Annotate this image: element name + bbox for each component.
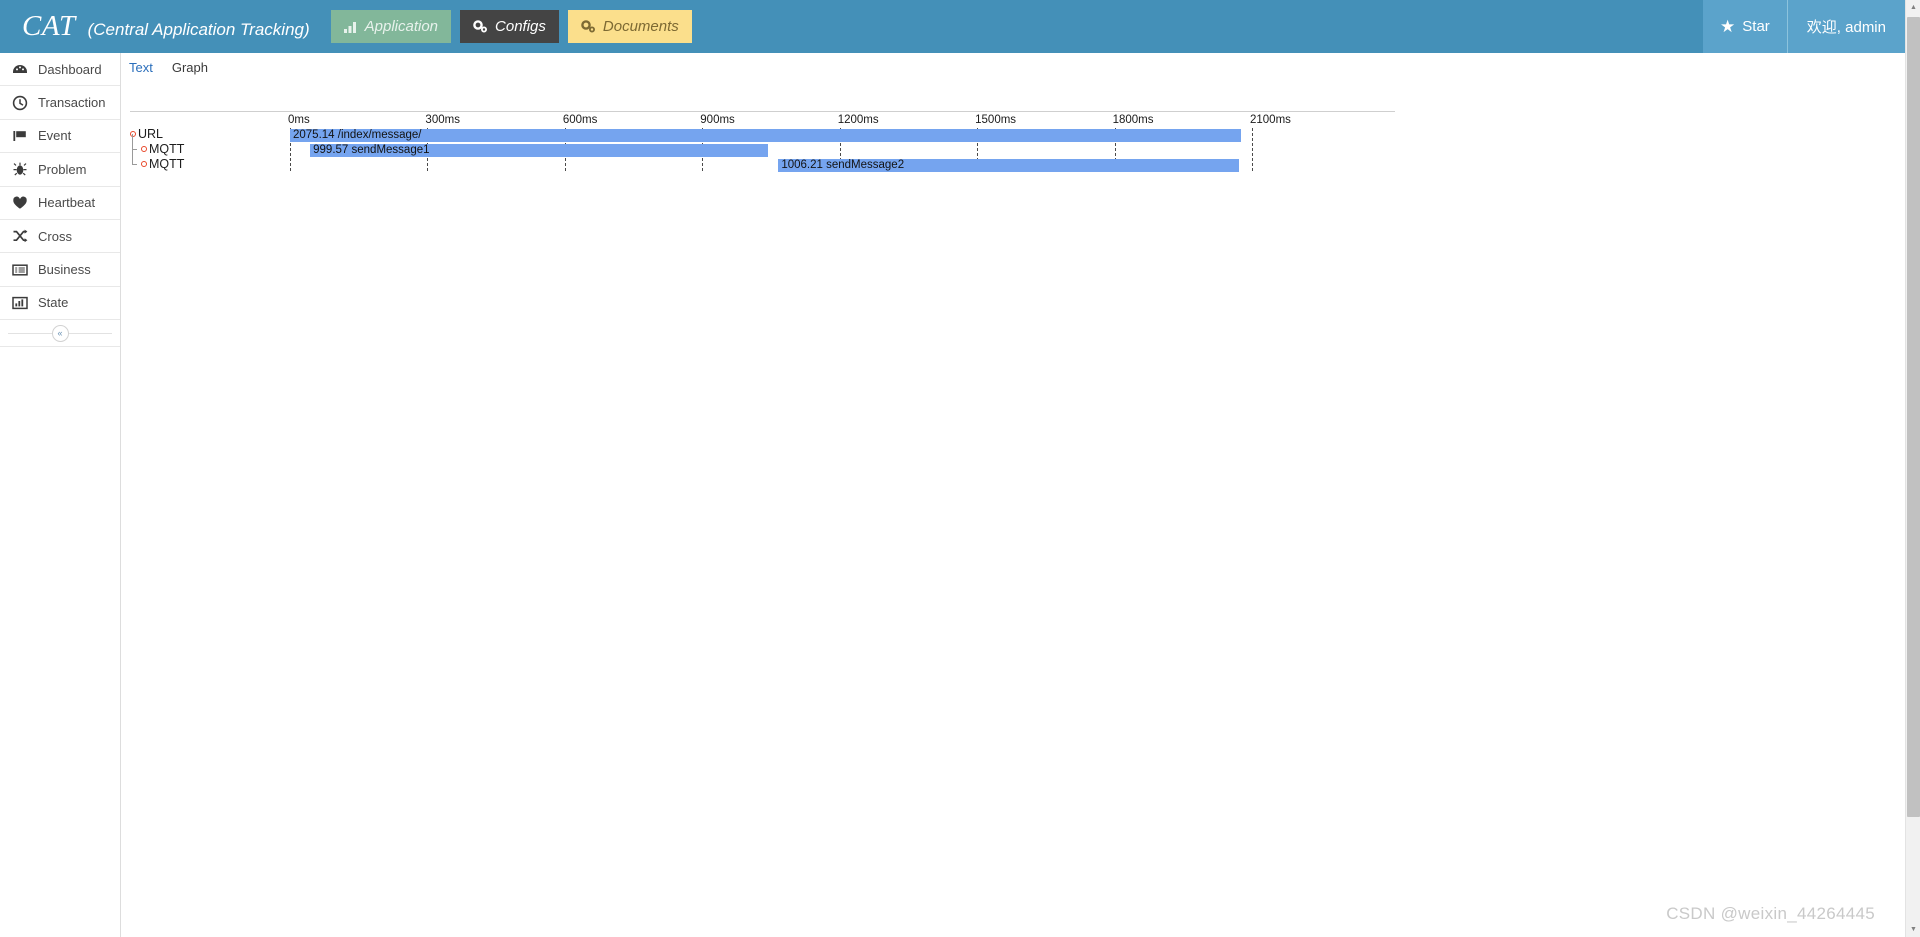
- sidebar-item-dashboard[interactable]: Dashboard: [0, 53, 120, 87]
- bug-icon: [11, 161, 28, 178]
- nav-documents-label: Documents: [602, 18, 679, 35]
- nav-configs-label: Configs: [495, 18, 546, 35]
- shuffle-icon: [11, 228, 28, 245]
- trace-row-type: URL: [138, 127, 164, 141]
- axis-tick-label: 0ms: [288, 114, 310, 126]
- user-greeting-label: 欢迎, admin: [1806, 19, 1886, 36]
- axis-tick-label: 300ms: [425, 114, 460, 126]
- chevron-double-left-icon[interactable]: «: [51, 324, 69, 342]
- watermark: CSDN @weixin_44264445: [1666, 904, 1875, 923]
- sidebar-item-event[interactable]: Event: [0, 120, 120, 154]
- axis-tick-label: 1200ms: [837, 114, 879, 126]
- sidebar-item-label: Event: [38, 128, 72, 144]
- trace-bar[interactable]: 2075.14 /index/message/: [290, 129, 1241, 142]
- trace-bar-label: 1006.21 sendMessage2: [781, 158, 905, 171]
- sidebar-item-heartbeat[interactable]: Heartbeat: [0, 187, 120, 220]
- star-icon: ★: [1720, 16, 1736, 36]
- trace-bar-label: 2075.14 /index/message/: [293, 129, 422, 141]
- bar-chart-icon: [11, 294, 28, 311]
- clock-icon: [11, 94, 28, 111]
- node-dot-icon: [130, 131, 136, 137]
- tree-connector: [132, 148, 137, 150]
- bar-chart-icon: [343, 21, 358, 33]
- dashboard-icon: [11, 61, 28, 78]
- sidebar-item-label: Transaction: [38, 95, 106, 111]
- star-label: Star: [1742, 18, 1770, 35]
- trace-bar-label: 999.57 sendMessage1: [313, 143, 430, 156]
- header-right-group: ★ Star 欢迎, admin: [1703, 0, 1905, 53]
- sidebar-item-label: Heartbeat: [38, 195, 96, 211]
- trace-bar[interactable]: 1006.21 sendMessage2: [778, 158, 1240, 172]
- heart-icon: [11, 194, 28, 211]
- nav-configs-button[interactable]: Configs: [460, 10, 559, 43]
- main-content: Text Graph 0ms 300ms 600ms 900ms 1200ms 1500m…: [121, 53, 1905, 937]
- sidebar-item-transaction[interactable]: Transaction: [0, 86, 120, 120]
- nav-application-button[interactable]: Application: [330, 10, 452, 43]
- axis-tick-label: 1500ms: [975, 114, 1017, 126]
- sidebar-item-label: Cross: [38, 228, 72, 244]
- trace-row-label[interactable]: URL: [130, 127, 163, 141]
- page-scrollbar[interactable]: ▲ ▼: [1905, 0, 1920, 937]
- gears-icon: [581, 20, 596, 33]
- scroll-down-icon[interactable]: ▼: [1906, 922, 1920, 937]
- brand-subtitle: (Central Application Tracking): [87, 20, 310, 39]
- gears-icon: [473, 20, 488, 33]
- sidebar-item-problem[interactable]: Problem: [0, 153, 120, 187]
- axis-tick-label: 1800ms: [1112, 114, 1154, 126]
- node-dot-icon: [141, 145, 147, 152]
- sidebar-item-label: Dashboard: [38, 61, 102, 77]
- node-dot-icon: [141, 160, 147, 167]
- nav-documents-button[interactable]: Documents: [567, 10, 692, 43]
- flag-icon: [11, 127, 28, 144]
- sidebar-item-cross[interactable]: Cross: [0, 220, 120, 254]
- star-button[interactable]: ★ Star: [1703, 0, 1787, 53]
- axis-tick-label: 600ms: [562, 114, 598, 126]
- brand: CAT (Central Application Tracking): [22, 10, 310, 43]
- sidebar-item-business[interactable]: Business: [0, 253, 120, 287]
- nav-application-label: Application: [364, 18, 439, 35]
- scroll-up-icon[interactable]: ▲: [1906, 0, 1920, 15]
- list-icon: [11, 261, 28, 278]
- trace-row-label[interactable]: MQTT: [130, 157, 184, 171]
- gridline: [1252, 128, 1253, 171]
- view-tabs: Text Graph: [121, 53, 1905, 81]
- axis-tick-label: 900ms: [700, 114, 735, 126]
- tab-text[interactable]: Text: [129, 60, 153, 75]
- tab-graph[interactable]: Graph: [172, 60, 208, 75]
- sidebar-item-label: Problem: [38, 161, 87, 177]
- tree-connector: [132, 163, 137, 165]
- trace-row-type: MQTT: [149, 141, 185, 156]
- user-greeting[interactable]: 欢迎, admin: [1786, 0, 1905, 53]
- axis-rule: [130, 111, 1395, 112]
- sidebar-collapse-row: «: [0, 320, 120, 348]
- trace-row-type: MQTT: [149, 156, 185, 171]
- scrollbar-thumb[interactable]: [1907, 17, 1920, 817]
- app-header: CAT (Central Application Tracking) Appli…: [0, 0, 1905, 53]
- axis-tick-label: 2100ms: [1250, 114, 1291, 126]
- trace-row-label[interactable]: MQTT: [130, 142, 184, 156]
- sidebar-item-label: State: [38, 295, 69, 311]
- trace-bar[interactable]: 999.57 sendMessage1: [310, 143, 769, 157]
- brand-title: CAT: [22, 10, 76, 42]
- sidebar-item-state[interactable]: State: [0, 287, 120, 321]
- trace-timeline-chart: 0ms 300ms 600ms 900ms 1200ms 1500ms 1800ms 2100…: [123, 81, 1905, 172]
- sidebar-item-label: Business: [38, 262, 91, 278]
- sidebar: Dashboard Transaction Event Problem Hear…: [0, 53, 121, 937]
